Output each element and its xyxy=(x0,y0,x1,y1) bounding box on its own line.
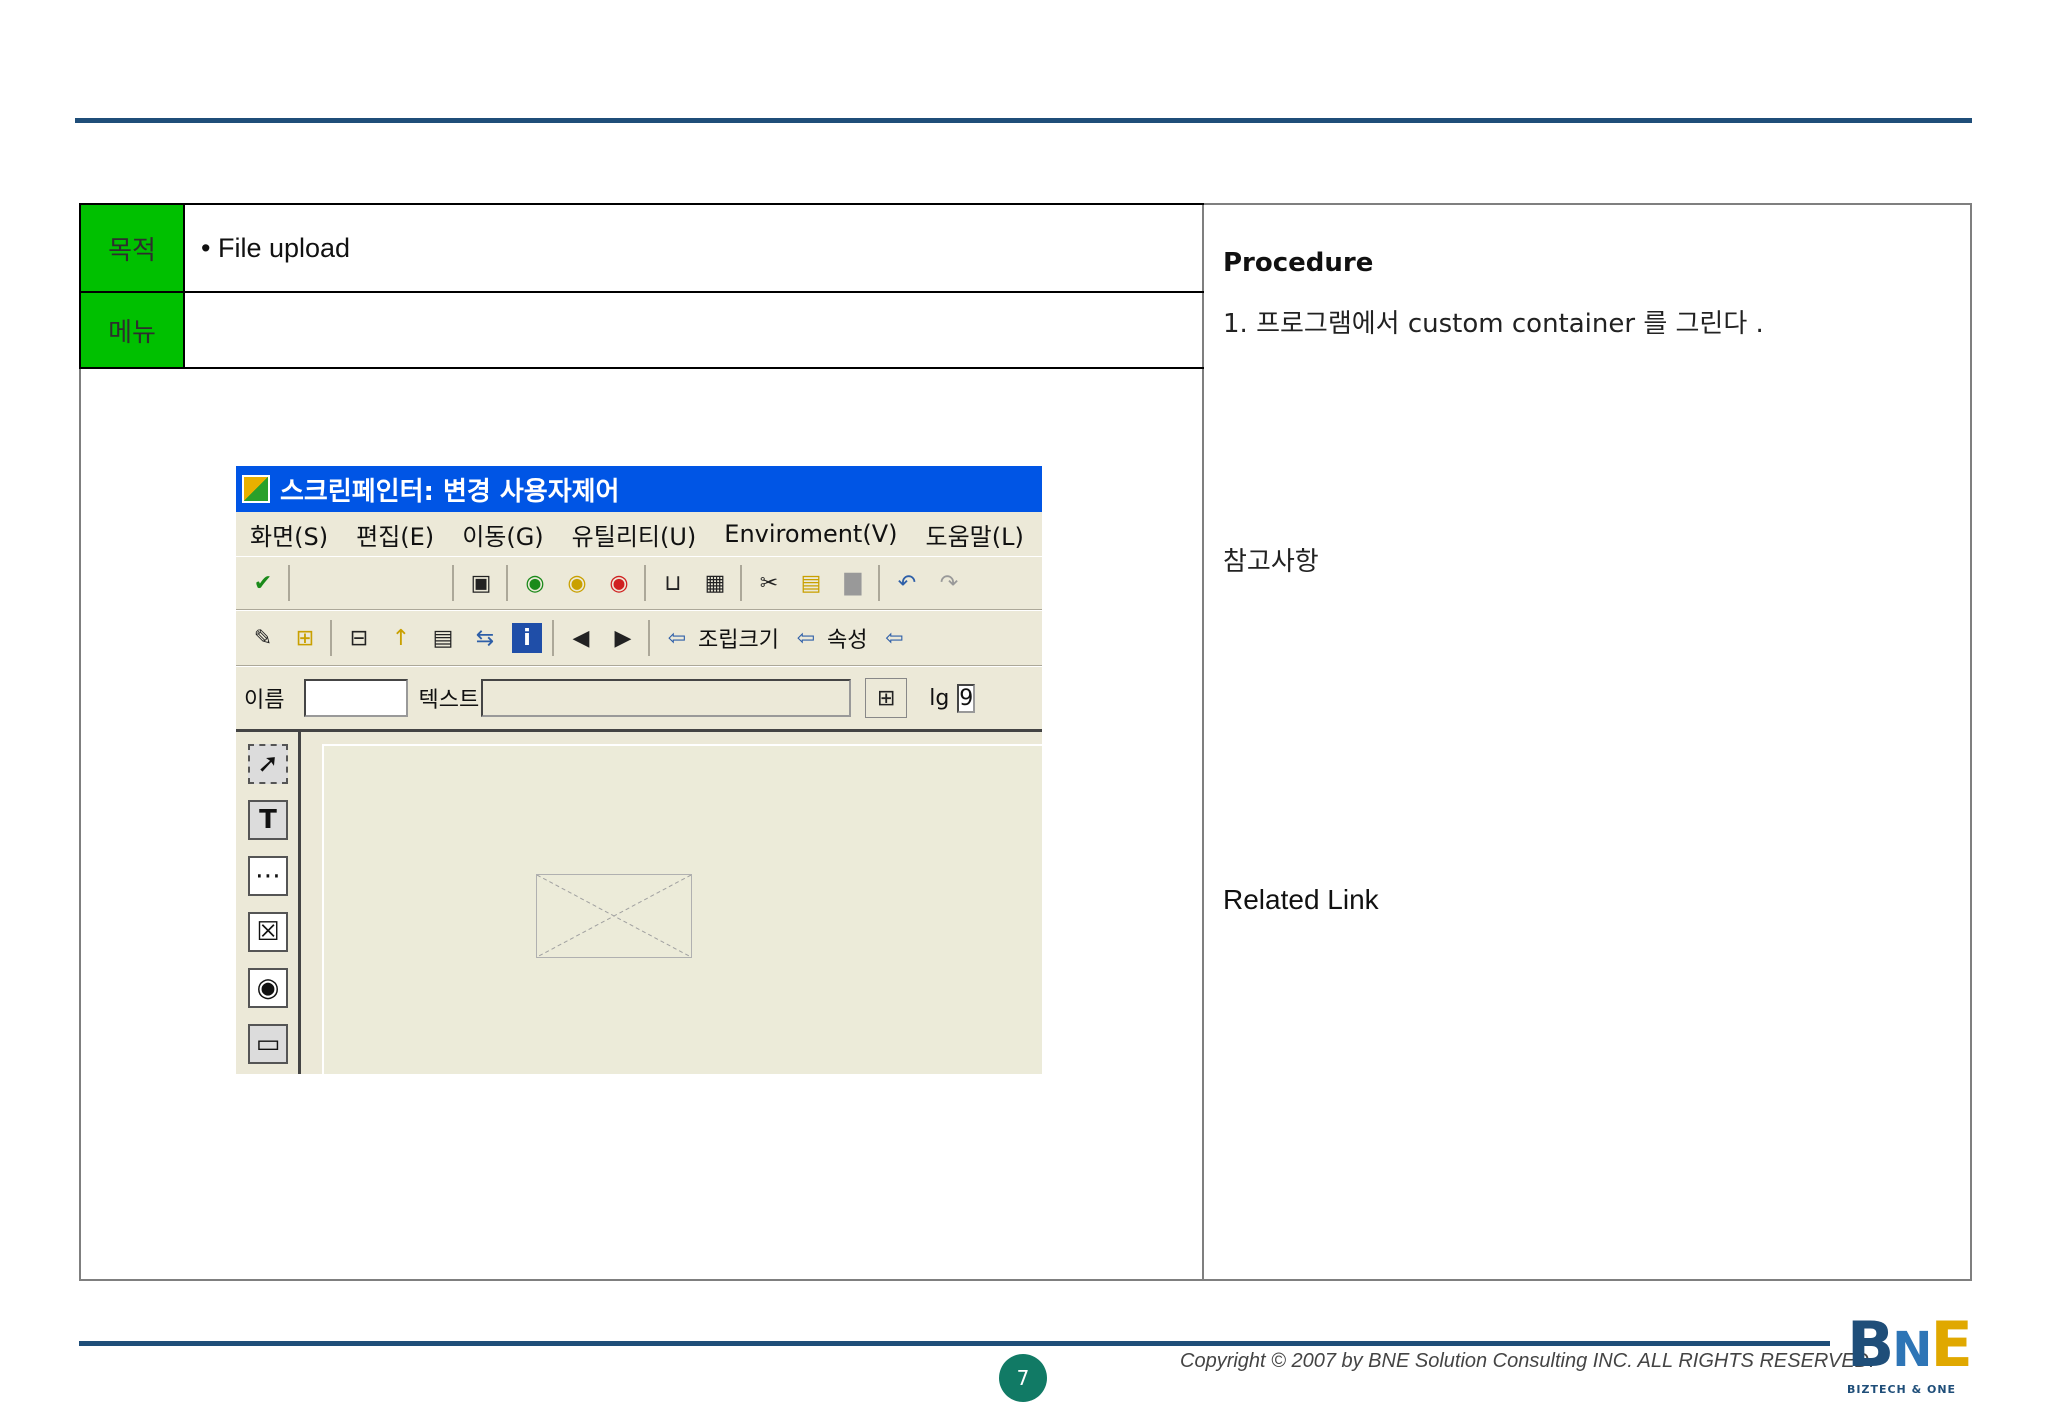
text-label: 텍스트 xyxy=(418,688,480,713)
arrow-left-icon[interactable]: ⇦ xyxy=(791,623,821,653)
element-list-icon[interactable]: ▤ xyxy=(428,623,458,653)
find-icon[interactable]: ▦ xyxy=(700,568,730,598)
menu-item[interactable]: 도움말(L) xyxy=(925,517,1023,552)
bottom-rule xyxy=(79,1341,1830,1346)
wand-icon[interactable]: ✎ xyxy=(248,623,278,653)
check-icon[interactable]: ✔ xyxy=(248,568,278,598)
radio-tool-icon[interactable]: ◉ xyxy=(248,968,288,1008)
redo-icon[interactable]: ↷ xyxy=(934,568,964,598)
toolbar-painter: ✎ ⊞ ⊟ ↑ ▤ ⇆ i ◀ ▶ ⇦ 조립크기 ⇦ 속성 ⇦ xyxy=(236,610,1042,666)
info-icon[interactable]: i xyxy=(512,623,542,653)
copy-icon[interactable]: ▤ xyxy=(796,568,826,598)
window-title: 스크린페인터: 변경 사용자제어 xyxy=(280,476,620,507)
menu-item[interactable]: Enviroment(V) xyxy=(724,520,897,548)
purpose-value: • File upload xyxy=(185,205,1204,293)
back-icon[interactable]: ◉ xyxy=(520,568,550,598)
lg-label: lg xyxy=(929,685,950,711)
page-number: 7 xyxy=(999,1354,1047,1402)
save-icon[interactable]: ▣ xyxy=(466,568,496,598)
print-icon[interactable]: ⊔ xyxy=(658,568,688,598)
arrow-left-icon[interactable]: ⇦ xyxy=(879,623,909,653)
menu-item[interactable]: 유틸리티(U) xyxy=(572,517,697,552)
command-field[interactable] xyxy=(302,564,442,602)
copyright-notice: Copyright © 2007 by BNE Solution Consult… xyxy=(1180,1350,1875,1372)
custom-container-placeholder[interactable] xyxy=(536,874,692,958)
layout-icon[interactable]: ⊞ xyxy=(290,623,320,653)
name-input[interactable] xyxy=(304,679,409,717)
menu-value xyxy=(185,293,1204,367)
procedure-step: 1. 프로그램에서 custom container 를 그린다 . xyxy=(1223,309,1764,339)
pointer-icon[interactable]: ➚ xyxy=(248,744,288,784)
lg-value[interactable]: 9 xyxy=(957,683,976,713)
checkbox-tool-icon[interactable]: ☒ xyxy=(248,912,288,952)
arrow-left-icon[interactable]: ⇦ xyxy=(662,623,692,653)
menu-item[interactable]: 이동(G) xyxy=(462,517,543,552)
element-palette: ➚ T ⋯ ☒ ◉ ▭ xyxy=(236,732,301,1074)
toolbar-label-attributes[interactable]: 속성 xyxy=(827,622,867,654)
paste-icon[interactable]: ▇ xyxy=(838,568,868,598)
menu-item[interactable]: 편집(E) xyxy=(356,517,434,552)
text-tool-icon[interactable]: T xyxy=(248,800,288,840)
top-rule xyxy=(75,118,1972,123)
input-field-tool-icon[interactable]: ⋯ xyxy=(248,856,288,896)
cancel-icon[interactable]: ◉ xyxy=(604,568,634,598)
table-icon[interactable]: ⊞ xyxy=(865,678,908,718)
purpose-label: 목적 xyxy=(81,205,185,293)
menu-label: 메뉴 xyxy=(81,293,185,367)
field-bar: 이름 텍스트 ⊞ lg 9 xyxy=(236,666,1042,732)
undo-icon[interactable]: ↶ xyxy=(892,568,922,598)
app-icon xyxy=(242,475,270,503)
related-link-title: Related Link xyxy=(1223,884,1379,915)
cut-icon[interactable]: ✂ xyxy=(754,568,784,598)
prev-icon[interactable]: ◀ xyxy=(566,623,596,653)
flow-icon[interactable]: ⇆ xyxy=(470,623,500,653)
toolbar-standard: ✔ ▣ ◉ ◉ ◉ ⊔ ▦ ✂ ▤ ▇ ↶ ↷ xyxy=(236,556,1042,610)
app-screenshot: 스크린페인터: 변경 사용자제어 화면(S) 편집(E) 이동(G) 유틸리티(… xyxy=(236,466,1042,1074)
notes-title: 참고사항 xyxy=(1223,547,1319,577)
next-icon[interactable]: ▶ xyxy=(608,623,638,653)
menu-bar: 화면(S) 편집(E) 이동(G) 유틸리티(U) Enviroment(V) … xyxy=(236,512,1042,556)
menu-item[interactable]: 화면(S) xyxy=(250,517,328,552)
logo-subtext: BIZTECH & ONE xyxy=(1847,1383,1957,1396)
window-title-bar: 스크린페인터: 변경 사용자제어 xyxy=(236,466,1042,512)
company-logo: BNE BIZTECH & ONE xyxy=(1847,1312,1997,1397)
box-tool-icon[interactable]: ▭ xyxy=(248,1024,288,1064)
name-label: 이름 xyxy=(244,688,285,713)
toolbar-label-size[interactable]: 조립크기 xyxy=(698,622,779,654)
header-table: 목적 • File upload 메뉴 xyxy=(79,203,1204,369)
pin-icon[interactable]: ↑ xyxy=(386,623,416,653)
up-icon[interactable]: ◉ xyxy=(562,568,592,598)
hierarchy-icon[interactable]: ⊟ xyxy=(344,623,374,653)
text-input[interactable] xyxy=(481,679,852,717)
procedure-title: Procedure xyxy=(1223,248,1374,278)
